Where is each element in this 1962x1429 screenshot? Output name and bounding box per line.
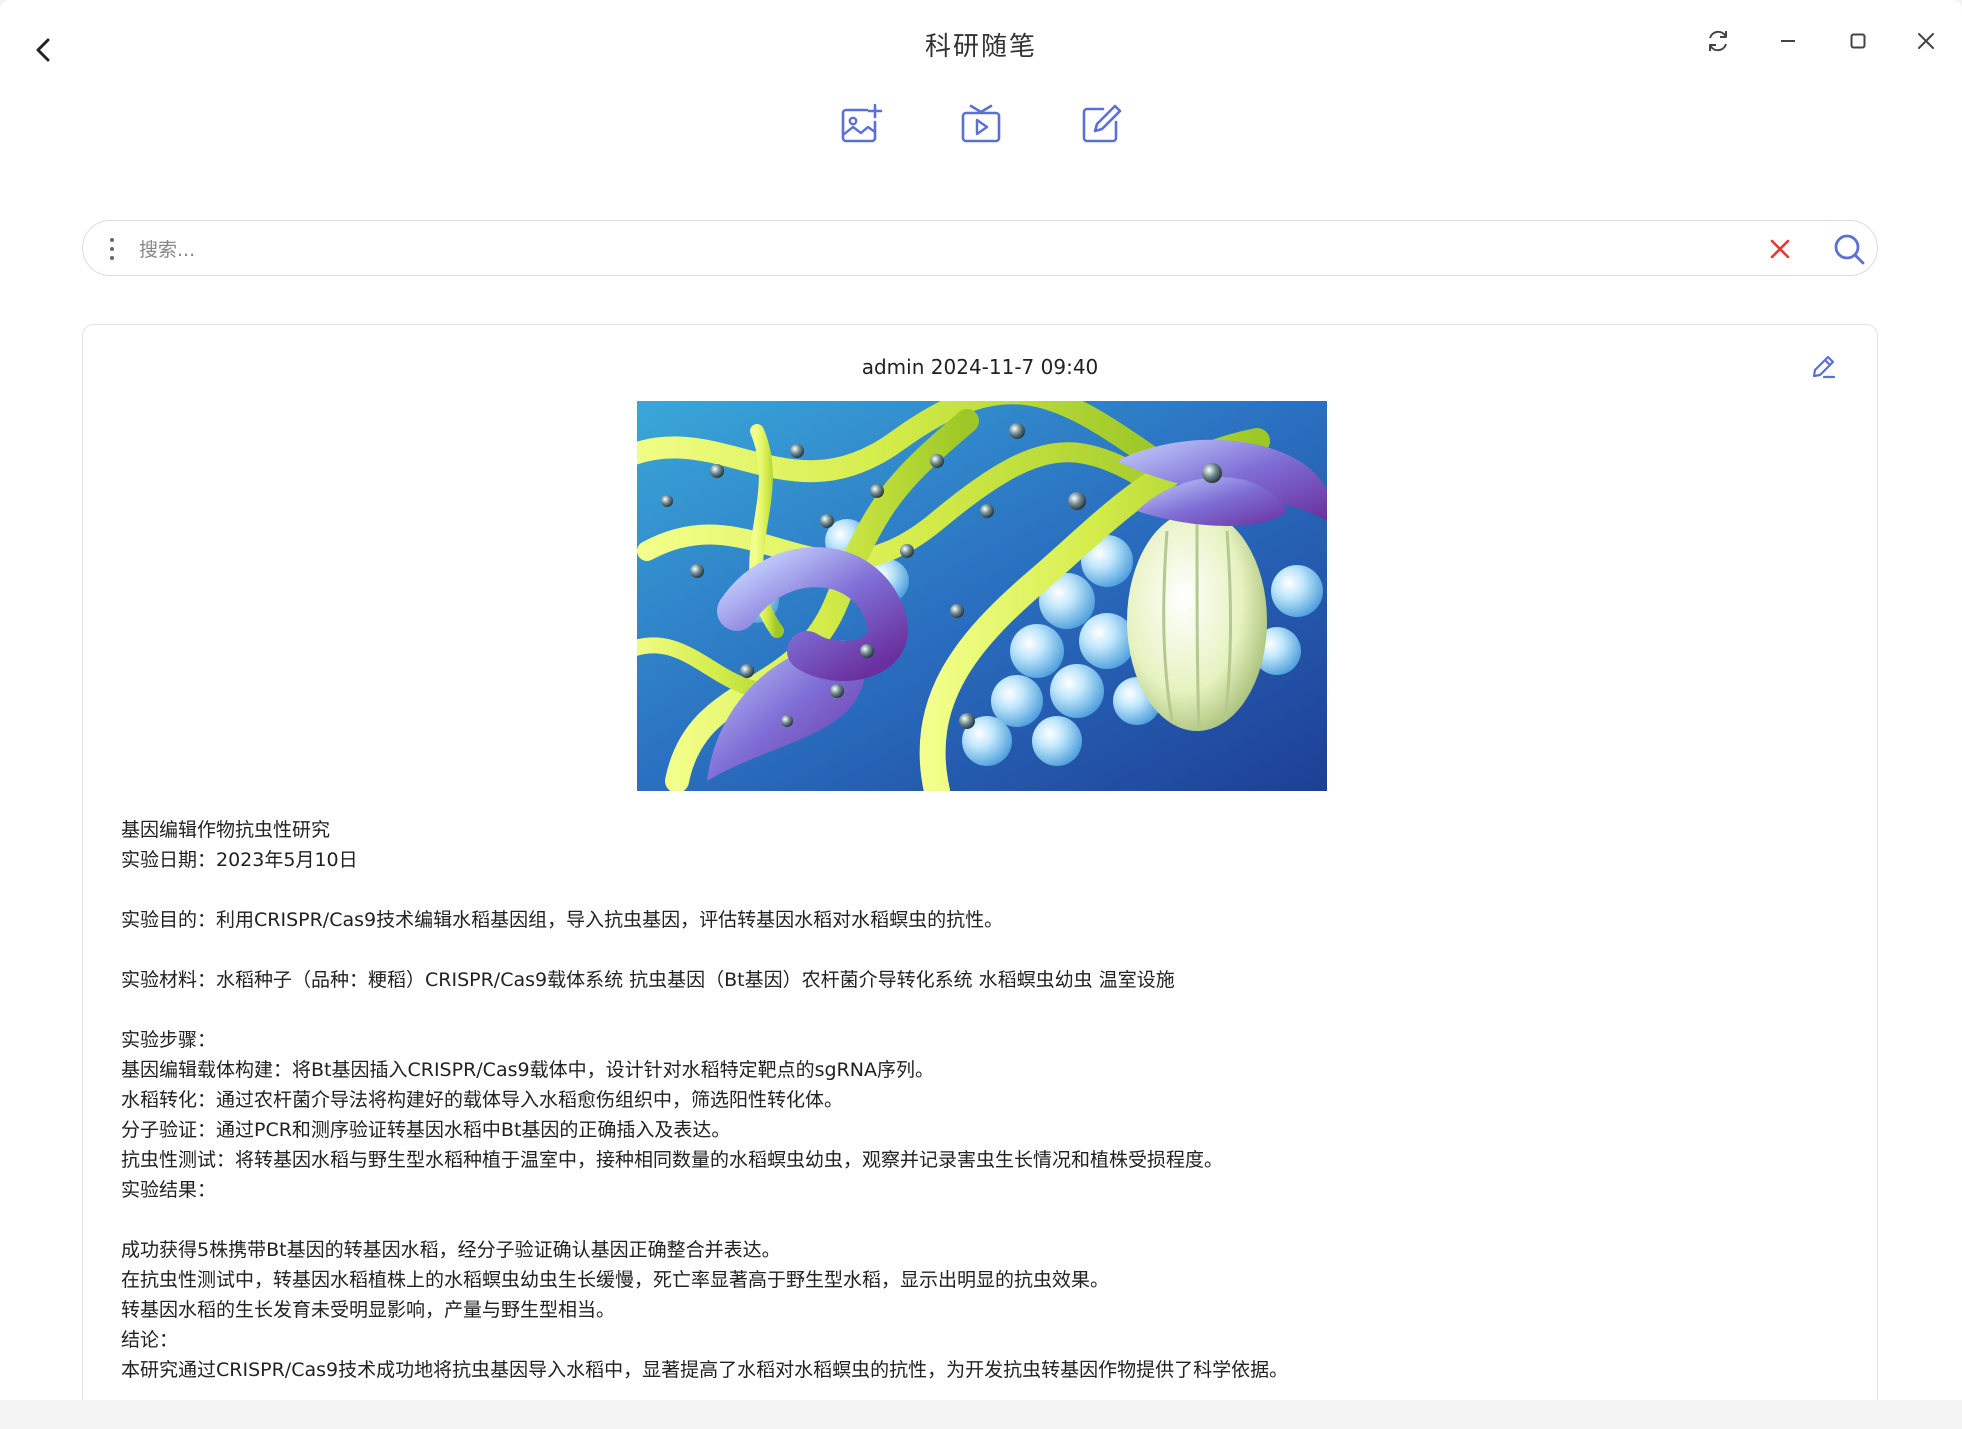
note-line: 在抗虫性测试中，转基因水稻植株上的水稻螟虫幼虫生长缓慢，死亡率显著高于野生型水稻…	[121, 1269, 1110, 1291]
note-image[interactable]	[637, 401, 1327, 791]
close-icon	[1918, 33, 1934, 49]
close-button[interactable]	[1906, 24, 1946, 58]
note-line: 实验结果：	[121, 1179, 217, 1201]
maximize-icon	[1850, 33, 1866, 49]
note-blank-line	[121, 1205, 1821, 1235]
more-vertical-icon[interactable]	[105, 233, 119, 265]
add-image-icon	[841, 103, 883, 143]
note-datetime: 2024-11-7 09:40	[930, 355, 1099, 379]
note-line: 分子验证：通过PCR和测序验证转基因水稻中Bt基因的正确插入及表达。	[121, 1119, 731, 1141]
note-line: 抗虫性测试：将转基因水稻与野生型水稻种植于温室中，接种相同数量的水稻螟虫幼虫，观…	[121, 1149, 1224, 1171]
add-image-button[interactable]	[837, 100, 885, 148]
note-blank-line	[121, 935, 1821, 965]
add-video-button[interactable]	[957, 100, 1005, 148]
note-line: 转基因水稻的生长发育未受明显影响，产量与野生型相当。	[121, 1299, 616, 1321]
note-line: 实验材料：水稻种子（品种：粳稻）CRISPR/Cas9载体系统 抗虫基因（Bt基…	[121, 969, 1175, 991]
note-card: admin 2024-11-7 09:40 基因编辑作物抗虫性研究 实验日期：2…	[82, 324, 1878, 1400]
note-line: 水稻转化：通过农杆菌介导法将构建好的载体导入水稻愈伤组织中，筛选阳性转化体。	[121, 1089, 844, 1111]
refresh-button[interactable]	[1698, 24, 1738, 58]
note-line: 实验日期：2023年5月10日	[121, 849, 358, 871]
clear-icon	[1770, 239, 1790, 259]
note-meta: admin 2024-11-7 09:40	[83, 355, 1877, 379]
note-line: 实验目的：利用CRISPR/Cas9技术编辑水稻基因组，导入抗虫基因，评估转基因…	[121, 909, 1004, 931]
note-blank-line	[121, 995, 1821, 1025]
note-toolbar	[0, 100, 1962, 148]
pencil-icon	[1812, 355, 1836, 379]
note-author: admin	[861, 355, 925, 379]
note-line: 基因编辑载体构建：将Bt基因插入CRISPR/Cas9载体中，设计针对水稻特定靶…	[121, 1059, 934, 1081]
search-bar	[82, 220, 1878, 276]
search-icon	[1834, 234, 1865, 265]
maximize-button[interactable]	[1838, 24, 1878, 58]
new-note-button[interactable]	[1077, 100, 1125, 148]
search-button[interactable]	[1829, 229, 1869, 269]
minimize-button[interactable]	[1768, 24, 1808, 58]
search-input[interactable]	[137, 229, 1741, 271]
app-title: 科研随笔	[924, 32, 1037, 62]
app-window: 科研随笔 搜索... admin 2024-11-7 09:40 基因编辑作物抗…	[0, 0, 1962, 1400]
title-bar: 科研随笔	[0, 0, 1962, 90]
note-blank-line	[121, 875, 1821, 905]
note-line: 本研究通过CRISPR/Cas9技术成功地将抗虫基因导入水稻中，显著提高了水稻对…	[121, 1359, 1289, 1381]
edit-note-icon	[1082, 104, 1122, 143]
note-line: 基因编辑作物抗虫性研究	[121, 819, 331, 841]
edit-note-button[interactable]	[1807, 349, 1841, 383]
refresh-icon	[1709, 30, 1727, 52]
note-line: 成功获得5株携带Bt基因的转基因水稻，经分子验证确认基因正确整合并表达。	[121, 1239, 781, 1261]
note-line: 实验步骤：	[121, 1029, 217, 1051]
note-line: 结论：	[121, 1329, 179, 1351]
add-video-icon	[961, 104, 1001, 143]
minimize-icon	[1781, 40, 1795, 42]
note-body: 基因编辑作物抗虫性研究实验日期：2023年5月10日实验目的：利用CRISPR/…	[121, 815, 1821, 1385]
clear-search-button[interactable]	[1763, 233, 1797, 265]
cell-membrane-illustration	[637, 401, 1327, 791]
